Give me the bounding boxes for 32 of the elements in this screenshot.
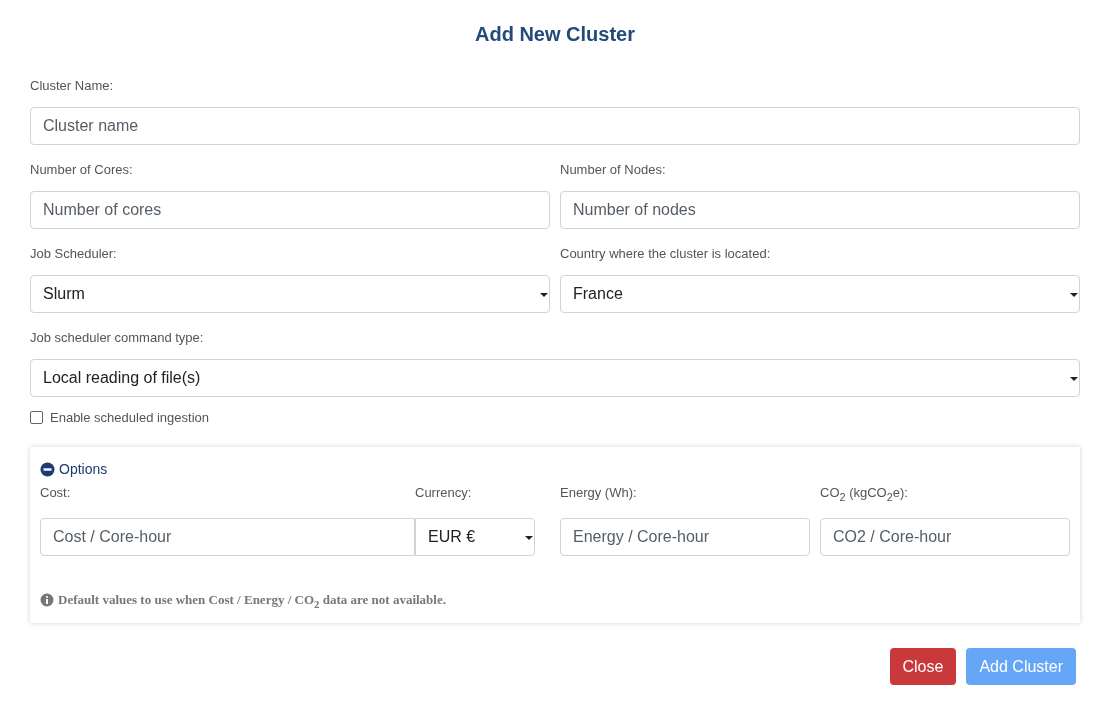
info-icon	[40, 593, 54, 608]
field-label: Country where the cluster is located:	[560, 246, 772, 262]
text-field[interactable]: Cluster name	[30, 107, 1080, 145]
dropdown-select[interactable]: Slurm	[30, 275, 550, 313]
text-field[interactable]: Cost / Core-hour	[40, 517, 415, 556]
note-text: Default values to use when Cost / Energy / CO$_{2}$ data are not available.	[58, 591, 446, 610]
caret-icon	[540, 293, 548, 297]
field-label: Number of Nodes:	[560, 162, 667, 178]
text-field[interactable]: Energy / Core-hour	[560, 517, 810, 556]
dialog-title: Add New Cluster	[474, 22, 636, 47]
field-label: Currency:	[415, 485, 473, 502]
field-label: Cost:	[40, 485, 72, 502]
text-field[interactable]: CO2 / Core-hour	[820, 517, 1070, 556]
field-label: Job Scheduler:	[30, 246, 118, 262]
options-link[interactable]: Options	[59, 461, 108, 477]
caret-icon	[525, 535, 533, 540]
checkbox-label: Enable scheduled ingestion	[50, 410, 209, 425]
toggle-icon[interactable]	[40, 461, 55, 477]
caret-icon	[1070, 293, 1078, 297]
field-label: Number of Cores:	[30, 162, 134, 178]
currency-select[interactable]: EUR €	[415, 517, 535, 556]
field-label: Energy (Wh):	[560, 485, 638, 502]
caret-icon	[1070, 377, 1078, 381]
dropdown-select[interactable]: France	[560, 275, 1080, 313]
field-label: Job scheduler command type:	[30, 330, 205, 346]
checkbox[interactable]	[30, 411, 43, 424]
text-field[interactable]: Number of nodes	[560, 191, 1080, 229]
text-field[interactable]: Number of cores	[30, 191, 550, 229]
close-button[interactable]: Close	[889, 648, 957, 686]
field-label: Cluster Name:	[30, 78, 115, 94]
field-label: CO$_{2}$ (kgCO$_{2}$e):	[820, 485, 909, 505]
dropdown-select[interactable]: Local reading of file(s)	[30, 359, 1080, 397]
